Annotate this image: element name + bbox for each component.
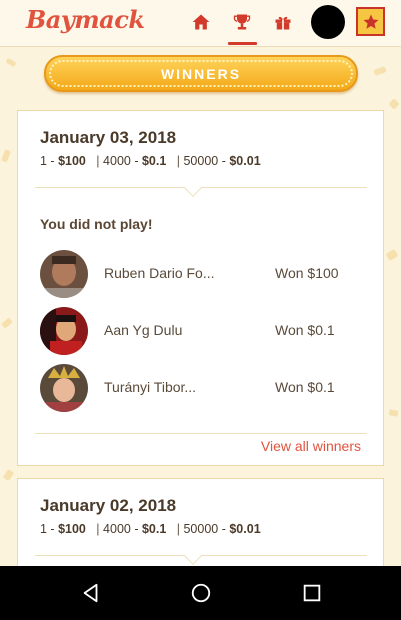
- winner-prize: Won $0.1: [275, 322, 335, 338]
- draw-card: January 02, 2018 1 - $100 | 4000 - $0.1 …: [17, 478, 384, 578]
- app-header: Baymack: [0, 0, 401, 47]
- winner-row[interactable]: Aan Yg Dulu Won $0.1: [40, 307, 360, 355]
- star-button[interactable]: [356, 7, 385, 36]
- winner-avatar: [40, 307, 88, 355]
- winner-name: Ruben Dario Fo...: [104, 265, 215, 281]
- gift-icon[interactable]: [270, 10, 296, 34]
- home-icon[interactable]: [188, 10, 214, 34]
- view-all-winners-link[interactable]: View all winners: [261, 438, 361, 454]
- draw-date: January 03, 2018: [40, 128, 177, 147]
- winner-row[interactable]: Turányi Tibor... Won $0.1: [40, 364, 360, 412]
- play-status: You did not play!: [40, 216, 153, 232]
- trophy-icon[interactable]: [229, 10, 255, 34]
- app-logo[interactable]: Baymack: [26, 5, 145, 34]
- winner-prize: Won $0.1: [275, 379, 335, 395]
- back-icon[interactable]: [80, 582, 102, 604]
- winner-name: Aan Yg Dulu: [104, 322, 183, 338]
- recents-icon[interactable]: [301, 582, 323, 604]
- banner-title: WINNERS: [160, 65, 242, 82]
- prize-tiers: 1 - $100 | 4000 - $0.1 | 50000 - $0.01: [40, 154, 261, 168]
- winners-banner: WINNERS: [44, 55, 358, 92]
- divider: [35, 433, 367, 434]
- prize-tiers: 1 - $100 | 4000 - $0.1 | 50000 - $0.01: [40, 522, 261, 536]
- winner-name: Turányi Tibor...: [104, 379, 197, 395]
- home-circle-icon[interactable]: [190, 582, 212, 604]
- system-navigation-bar: [0, 566, 401, 620]
- winner-row[interactable]: Ruben Dario Fo... Won $100: [40, 250, 360, 298]
- winner-avatar: [40, 250, 88, 298]
- draw-card: January 03, 2018 1 - $100 | 4000 - $0.1 …: [17, 110, 384, 466]
- draw-date: January 02, 2018: [40, 496, 177, 515]
- winner-prize: Won $100: [275, 265, 339, 281]
- divider-notch: [183, 545, 203, 565]
- star-icon: [363, 14, 378, 29]
- profile-avatar[interactable]: [311, 5, 345, 39]
- divider-notch: [183, 177, 203, 197]
- active-tab-indicator: [228, 42, 257, 45]
- winner-avatar: [40, 364, 88, 412]
